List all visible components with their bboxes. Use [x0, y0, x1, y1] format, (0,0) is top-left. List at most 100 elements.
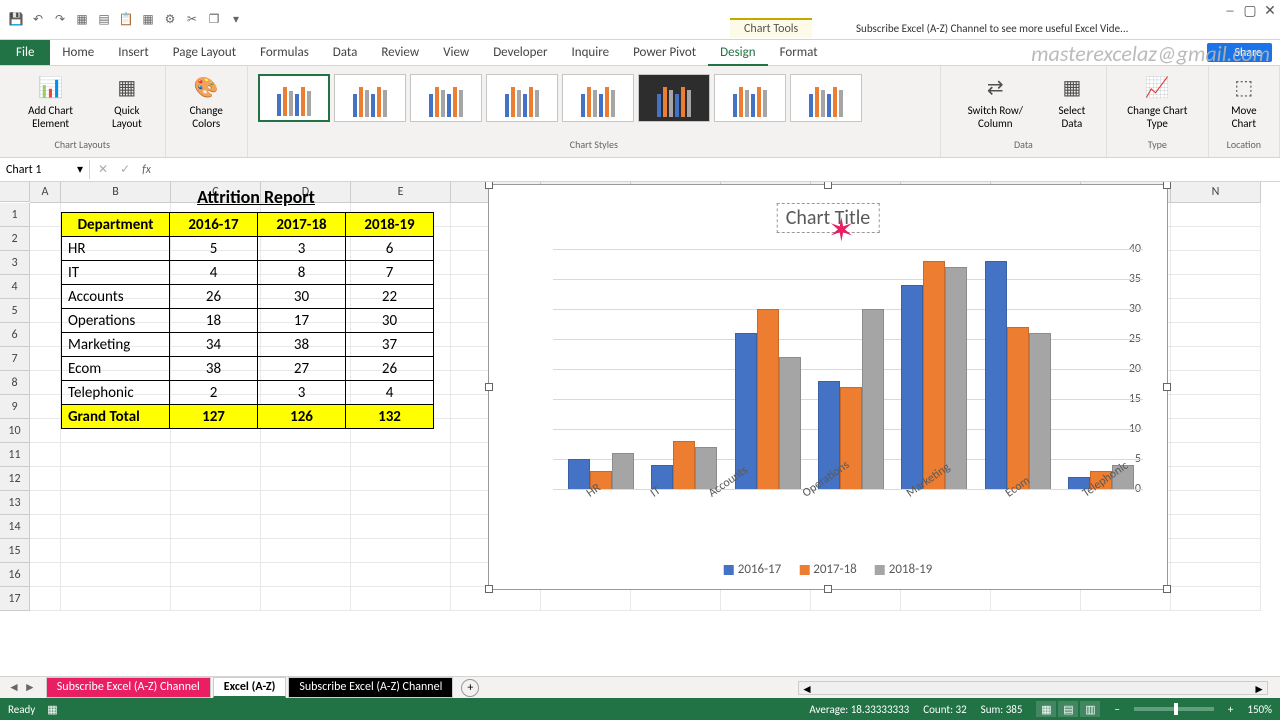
bar-group-ecom[interactable]	[985, 261, 1051, 489]
chart-style-7[interactable]	[714, 74, 786, 122]
bar[interactable]	[985, 261, 1007, 489]
horizontal-scrollbar[interactable]: ◄ ►	[798, 681, 1268, 695]
paste-icon[interactable]: 📋	[118, 12, 134, 28]
legend-item[interactable]: 2017-18	[799, 562, 857, 577]
undo-icon[interactable]: ↶	[30, 12, 46, 28]
row-header-16[interactable]: 16	[0, 563, 30, 587]
sheet-tab[interactable]: Excel (A-Z)	[213, 677, 287, 698]
select-all-corner[interactable]	[0, 182, 30, 202]
col-header-N[interactable]: N	[1171, 182, 1261, 203]
chart-object[interactable]: Chart Title ✶ 0510152025303540 HRITAccou…	[488, 184, 1168, 590]
save-icon[interactable]: 💾	[8, 12, 24, 28]
quick-layout-button[interactable]: ▦ Quick Layout	[95, 70, 158, 132]
change-colors-button[interactable]: 🎨 Change Colors	[172, 70, 241, 132]
redo-icon[interactable]: ↷	[52, 12, 68, 28]
enter-icon[interactable]: ✓	[120, 162, 130, 177]
col-header-A[interactable]: A	[30, 182, 61, 203]
row-header-13[interactable]: 13	[0, 491, 30, 515]
formula-input[interactable]	[159, 163, 1280, 177]
row-header-7[interactable]: 7	[0, 347, 30, 371]
row-header-8[interactable]: 8	[0, 371, 30, 395]
dropdown-icon[interactable]: ▾	[77, 162, 83, 177]
bar[interactable]	[779, 357, 801, 489]
restore-icon[interactable]: ▢	[1240, 0, 1260, 20]
row-header-14[interactable]: 14	[0, 515, 30, 539]
chart-style-8[interactable]	[790, 74, 862, 122]
file-tab[interactable]: File	[0, 40, 50, 65]
tool-icon[interactable]: ⚙	[162, 12, 178, 28]
chart-style-1[interactable]	[258, 74, 330, 122]
more-icon[interactable]: ▾	[228, 12, 244, 28]
row-header-3[interactable]: 3	[0, 251, 30, 275]
bar-group-it[interactable]	[651, 441, 717, 489]
bar-group-accounts[interactable]	[735, 309, 801, 489]
bar[interactable]	[673, 441, 695, 489]
change-chart-type-button[interactable]: 📈 Change Chart Type	[1113, 70, 1202, 132]
zoom-in-icon[interactable]: +	[1228, 703, 1233, 716]
tab-view[interactable]: View	[431, 41, 481, 64]
page-layout-view-icon[interactable]: ▤	[1058, 701, 1078, 717]
sheet-nav-next-icon[interactable]: ►	[24, 680, 36, 695]
row-header-5[interactable]: 5	[0, 299, 30, 323]
tab-data[interactable]: Data	[321, 41, 370, 64]
select-data-button[interactable]: ▦ Select Data	[1044, 70, 1100, 132]
tab-design[interactable]: Design	[708, 41, 767, 66]
bar[interactable]	[1007, 327, 1029, 489]
move-chart-button[interactable]: ⬚ Move Chart	[1215, 70, 1273, 132]
copy-icon[interactable]: ❐	[206, 12, 222, 28]
bar-group-operations[interactable]	[818, 309, 884, 489]
tab-page-layout[interactable]: Page Layout	[161, 41, 248, 64]
chart-styles-gallery[interactable]	[254, 70, 934, 136]
row-header-11[interactable]: 11	[0, 443, 30, 467]
bar[interactable]	[568, 459, 590, 489]
add-sheet-button[interactable]: +	[461, 679, 479, 697]
bar[interactable]	[945, 267, 967, 489]
bar[interactable]	[923, 261, 945, 489]
name-box[interactable]: Chart 1▾	[0, 160, 90, 179]
tab-power-pivot[interactable]: Power Pivot	[621, 41, 708, 64]
row-header-4[interactable]: 4	[0, 275, 30, 299]
bar[interactable]	[1029, 333, 1051, 489]
switch-row-col-button[interactable]: ⇄ Switch Row/ Column	[947, 70, 1044, 132]
fx-icon[interactable]: fx	[142, 163, 151, 177]
chart-style-2[interactable]	[334, 74, 406, 122]
row-header-17[interactable]: 17	[0, 587, 30, 611]
sheet-tab[interactable]: Subscribe Excel (A-Z) Channel	[46, 677, 211, 698]
plot-area[interactable]: 0510152025303540	[523, 249, 1143, 489]
row-header-2[interactable]: 2	[0, 227, 30, 251]
macro-record-icon[interactable]: ▦	[47, 703, 57, 716]
sheet-tab[interactable]: Subscribe Excel (A-Z) Channel	[288, 677, 453, 698]
tab-format[interactable]: Format	[768, 41, 830, 64]
chart-legend[interactable]: 2016-172017-182018-19	[724, 562, 933, 577]
row-header-15[interactable]: 15	[0, 539, 30, 563]
cut-icon[interactable]: ✂	[184, 12, 200, 28]
add-chart-element-button[interactable]: 📊 Add Chart Element	[6, 70, 95, 132]
row-header-10[interactable]: 10	[0, 419, 30, 443]
legend-item[interactable]: 2016-17	[724, 562, 782, 577]
tab-home[interactable]: Home	[50, 41, 106, 64]
bar[interactable]	[862, 309, 884, 489]
row-header-1[interactable]: 1	[0, 203, 30, 227]
tab-developer[interactable]: Developer	[481, 41, 559, 64]
tab-formulas[interactable]: Formulas	[248, 41, 321, 64]
worksheet-area[interactable]: ABCDEFGHIJKLMN 1234567891011121314151617…	[0, 182, 1280, 638]
bar[interactable]	[757, 309, 779, 489]
tab-review[interactable]: Review	[369, 41, 431, 64]
bar-group-hr[interactable]	[568, 453, 634, 489]
pivot-icon[interactable]: ▦	[140, 12, 156, 28]
sheet-nav-prev-icon[interactable]: ◄	[8, 680, 20, 695]
cancel-icon[interactable]: ✕	[98, 162, 108, 177]
bar-group-marketing[interactable]	[901, 261, 967, 489]
open-icon[interactable]: ▤	[96, 12, 112, 28]
chart-style-3[interactable]	[410, 74, 482, 122]
zoom-out-icon[interactable]: −	[1114, 703, 1119, 716]
minimize-icon[interactable]: ─	[1220, 0, 1240, 20]
chart-style-5[interactable]	[562, 74, 634, 122]
tab-inquire[interactable]: Inquire	[559, 41, 621, 64]
close-icon[interactable]: ✕	[1260, 0, 1280, 20]
chart-style-4[interactable]	[486, 74, 558, 122]
new-icon[interactable]: ▦	[74, 12, 90, 28]
zoom-slider[interactable]	[1134, 707, 1214, 711]
bar[interactable]	[612, 453, 634, 489]
page-break-view-icon[interactable]: ▥	[1080, 701, 1100, 717]
